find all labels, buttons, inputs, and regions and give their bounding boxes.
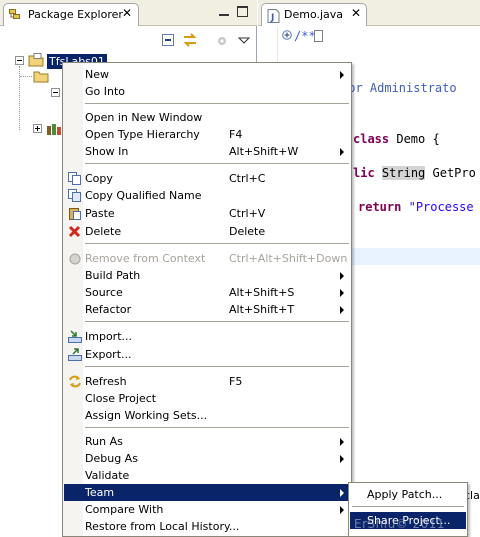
- menu-separator: [85, 366, 349, 368]
- menu-separator: [85, 321, 349, 323]
- menu-item-close-project[interactable]: Close Project: [64, 390, 350, 407]
- menu-item-new[interactable]: New: [64, 66, 350, 83]
- maximize-icon[interactable]: [237, 6, 248, 17]
- tree-collapse-toggle[interactable]: [51, 88, 60, 97]
- project-folder-icon: [28, 53, 44, 67]
- submenu-arrow-icon: [340, 306, 344, 314]
- code-method-line: lic String GetPro: [353, 166, 476, 180]
- editor-tab-label: Demo.java: [284, 8, 344, 21]
- tree-collapse-toggle[interactable]: [15, 56, 24, 65]
- menu-item-export[interactable]: Export...: [64, 346, 350, 363]
- submenu-item-apply-patch[interactable]: Apply Patch...: [350, 486, 466, 503]
- code-return-line: return "Processe: [358, 200, 474, 214]
- copy-icon: [68, 172, 81, 185]
- package-explorer-tab-label: Package Explorer: [28, 8, 123, 21]
- package-explorer-toolbar: [0, 27, 256, 53]
- watermark: ErShiu© 2011: [354, 517, 446, 531]
- paste-icon: [69, 208, 81, 220]
- close-icon[interactable]: ✕: [122, 7, 132, 19]
- menu-item-import[interactable]: Import...: [64, 328, 350, 345]
- menu-separator: [85, 163, 349, 165]
- menu-item-open-in-new-window[interactable]: Open in New Window: [64, 109, 350, 126]
- menu-item-go-into[interactable]: Go Into: [64, 83, 350, 100]
- menu-item-copy-qualified-name[interactable]: Copy Qualified Name: [64, 187, 350, 204]
- tree-expand-toggle[interactable]: [33, 124, 42, 133]
- menu-item-delete[interactable]: Delete Delete: [64, 223, 350, 240]
- import-icon: [68, 330, 82, 343]
- menu-item-source[interactable]: Source Alt+Shift+S: [64, 284, 350, 301]
- submenu-arrow-icon: [340, 71, 344, 79]
- package-explorer-tabbar: Package Explorer ✕: [0, 0, 257, 26]
- folded-comment-box[interactable]: [314, 30, 323, 42]
- collapse-all-icon[interactable]: [160, 32, 176, 48]
- submenu-arrow-icon: [340, 506, 344, 514]
- submenu-arrow-icon: [340, 272, 344, 280]
- code-method-name: GetPro: [425, 166, 476, 180]
- code-keyword-return: return: [358, 200, 402, 214]
- submenu-arrow-icon: [340, 289, 344, 297]
- menu-item-compare-with[interactable]: Compare With: [64, 501, 350, 518]
- copy-qualified-name-icon: [68, 189, 81, 202]
- code-type-string: String: [381, 166, 426, 180]
- filter-icon[interactable]: [214, 32, 230, 48]
- delete-icon: [68, 225, 81, 238]
- submenu-arrow-icon: [340, 438, 344, 446]
- package-folder-icon: [33, 71, 49, 83]
- menu-item-copy[interactable]: Copy Ctrl+C: [64, 170, 350, 187]
- menu-item-debug-as[interactable]: Debug As: [64, 450, 350, 467]
- library-icon: [47, 124, 61, 135]
- tab-demo-java[interactable]: J Demo.java ✕: [261, 3, 367, 26]
- submenu-arrow-icon: [340, 489, 344, 497]
- menu-separator: [85, 243, 349, 245]
- code-keyword-class: class: [353, 132, 390, 146]
- menu-item-refresh[interactable]: Refresh F5: [64, 373, 350, 390]
- submenu-arrow-icon: [340, 455, 344, 463]
- context-menu: New Go Into Open in New Window Open Type…: [62, 62, 352, 537]
- menu-item-run-as[interactable]: Run As: [64, 433, 350, 450]
- menu-item-remove-from-context[interactable]: Remove from Context Ctrl+Alt+Shift+Down: [64, 250, 350, 267]
- close-icon[interactable]: ✕: [351, 7, 361, 19]
- fold-expand-icon[interactable]: [282, 30, 292, 40]
- menu-item-refactor[interactable]: Refactor Alt+Shift+T: [64, 301, 350, 318]
- package-explorer-icon: [9, 9, 20, 19]
- editor-tabbar: J Demo.java ✕: [258, 0, 480, 26]
- menu-item-team[interactable]: Team: [64, 484, 350, 501]
- submenu-arrow-icon: [340, 148, 344, 156]
- code-author-line: hor Administrato: [341, 81, 457, 95]
- menu-item-paste[interactable]: Paste Ctrl+V: [64, 205, 350, 222]
- menu-item-show-in[interactable]: Show In Alt+Shift+W: [64, 143, 350, 160]
- tab-package-explorer[interactable]: Package Explorer ✕: [3, 3, 139, 26]
- code-keyword-public: lic: [353, 166, 375, 180]
- code-class-name: Demo {: [389, 132, 440, 146]
- menu-item-restore-from-local-history[interactable]: Restore from Local History...: [64, 518, 350, 535]
- link-with-editor-icon[interactable]: [182, 32, 198, 48]
- svg-text:J: J: [270, 13, 274, 23]
- menu-separator: [352, 506, 464, 508]
- remove-from-context-icon: [69, 253, 81, 265]
- menu-separator: [85, 103, 349, 105]
- view-menu-icon[interactable]: [236, 32, 252, 48]
- menu-item-build-path[interactable]: Build Path: [64, 267, 350, 284]
- refresh-icon: [69, 375, 81, 388]
- code-comment-open: /**: [294, 29, 316, 43]
- code-string-literal: "Processe: [408, 200, 474, 214]
- code-class-line: class Demo {: [353, 132, 440, 146]
- menu-item-assign-working-sets[interactable]: Assign Working Sets...: [64, 407, 350, 424]
- menu-item-validate[interactable]: Validate: [64, 467, 350, 484]
- menu-separator: [85, 427, 349, 429]
- java-file-icon: J: [267, 9, 280, 23]
- minimize-icon[interactable]: [219, 7, 230, 18]
- menu-item-open-type-hierarchy[interactable]: Open Type Hierarchy F4: [64, 126, 350, 143]
- tree-guide-line: [20, 76, 32, 77]
- export-icon: [68, 348, 82, 361]
